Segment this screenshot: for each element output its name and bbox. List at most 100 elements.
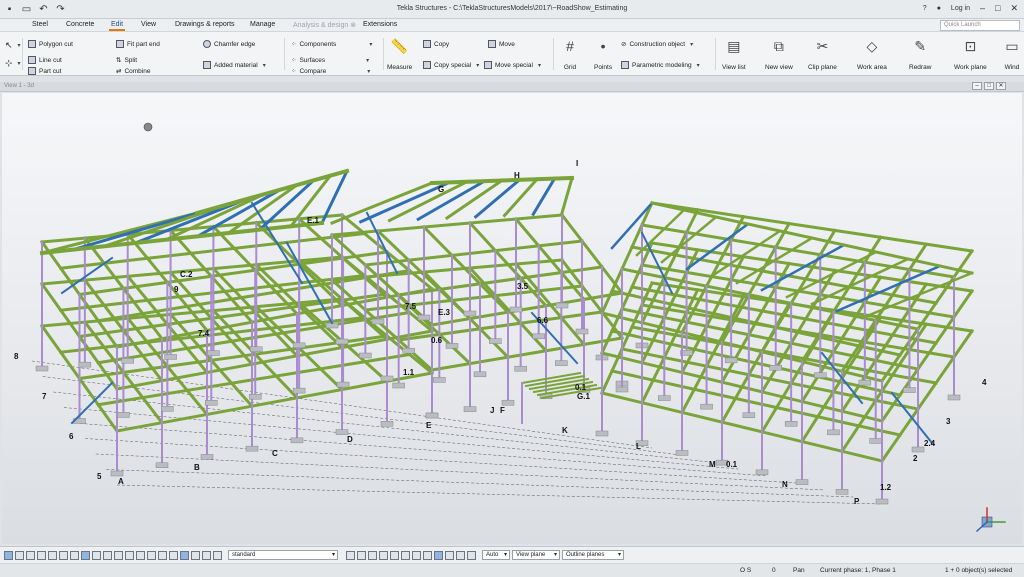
move-special-button[interactable]: Move special ▾ [484,61,541,69]
scissors-icon: ✂ [816,37,829,54]
surfaces-button[interactable]: ⁘ Surfaces ▾ [291,56,369,65]
select-tool-button[interactable]: ↖ ▾ [5,40,21,51]
added-material-button[interactable]: Added material ▾ [203,61,266,69]
tab-steel[interactable]: Steel [32,21,48,28]
select-surfaces-icon[interactable] [169,550,178,560]
measure-button[interactable]: 📏 Measure [387,37,412,72]
model-viewport[interactable]: A B C D E F G H I J K L M N P 2 3 4 5 6 7 8 9 C.2 E.3 3.5 7.5 6.6 2.… [2,93,1022,544]
tab-analysis-design[interactable]: Analysis & design ⊗ [293,21,356,29]
split-button[interactable]: ⇅ Split [116,56,137,65]
polygon-cut-button[interactable]: Polygon cut [28,40,73,48]
snap-any-icon[interactable] [434,550,443,560]
select-components-icon[interactable] [103,550,112,560]
line-cut-button[interactable]: Line cut [28,56,62,64]
select-cuts-icon[interactable] [59,550,68,560]
middle-footing [473,371,487,378]
close-button[interactable]: ✕ [1010,4,1018,13]
plane-select[interactable]: View plane ▾ [512,550,560,560]
select-filter-icon[interactable] [180,550,189,560]
select-points-icon[interactable] [26,550,35,560]
work-area-button[interactable]: ◇ Work area [857,37,887,72]
tab-edit[interactable]: Edit [108,21,126,31]
select-reference-icon[interactable] [92,550,101,560]
new-view-button[interactable]: ⧉ New view [765,37,793,72]
view-restore-button[interactable]: □ [984,82,994,90]
snap-mid-icon[interactable] [390,550,399,560]
middle-footing [425,412,439,419]
select-all-icon[interactable] [4,550,13,560]
select-views-icon[interactable] [70,550,79,560]
structure-model-drawing[interactable]: A B C D E F G H I J K L M N P 2 3 4 5 6 7 8 9C.2 E.3 3.5 7.5 6.6 2.… [2,93,1022,544]
redraw-button[interactable]: ✎ Redraw [909,37,931,72]
select-drawings-icon[interactable] [147,550,156,560]
tab-manage[interactable]: Manage [250,21,275,28]
snap-tool-button[interactable]: ⊹ ▾ [5,58,21,69]
login-link[interactable]: Log in [951,5,970,12]
tab-drawings-reports[interactable]: Drawings & reports [175,21,235,28]
tab-extensions[interactable]: Extensions [363,21,397,28]
select-objects-icon[interactable] [136,550,145,560]
grid-label-n01: 0.1 [575,383,587,392]
snap-end-icon[interactable] [368,550,377,560]
select-parts-icon[interactable] [15,550,24,560]
view-close-button[interactable]: ✕ [996,82,1006,90]
select-grids-icon[interactable] [114,550,123,560]
select-tasks-icon[interactable] [202,550,211,560]
copy-button[interactable]: Copy [423,40,449,48]
tab-concrete[interactable]: Concrete [66,21,94,28]
grid-label-n6: 6 [69,432,74,441]
snap-nearest-icon[interactable] [445,550,454,560]
plane-value: View plane [516,552,546,558]
rotation-center-icon [143,122,153,132]
select-welds-icon[interactable] [48,550,57,560]
tab-view[interactable]: View [141,21,156,28]
components-button[interactable]: ⁘ Components ▾ [291,40,372,49]
grid-button[interactable]: # Grid [561,37,579,71]
select-lines-icon[interactable] [37,550,46,560]
construction-object-button[interactable]: ⊘ Construction object ▾ [621,40,693,49]
select-bolts-icon[interactable] [81,550,90,560]
help-button[interactable]: ? [923,5,927,12]
snap-geometry-icon[interactable] [357,550,366,560]
middle-footing [575,328,589,335]
copy-special-button[interactable]: Copy special ▾ [423,61,479,69]
chamfer-edge-button[interactable]: Chamfer edge [203,40,255,48]
snap-grid-icon[interactable] [467,550,476,560]
maximize-button[interactable]: □ [995,4,1000,13]
part-cut-button[interactable]: Part cut [28,67,61,75]
selection-filter-select[interactable]: standard ▾ [228,550,338,560]
compare-button[interactable]: ⁘ Compare ▾ [291,67,370,76]
middle-footing [359,352,372,359]
select-snaps-icon[interactable] [213,550,222,560]
fit-part-end-button[interactable]: Fit part end [116,40,160,48]
view-minimize-button[interactable]: – [972,82,982,90]
select-planes-icon[interactable] [158,550,167,560]
quick-launch-input[interactable]: Quick Launch [940,20,1020,31]
select-groups-icon[interactable] [191,550,200,560]
west-footing [292,342,306,349]
select-assemblies-icon[interactable] [125,550,134,560]
snap-intersect-icon[interactable] [401,550,410,560]
snap-center-icon[interactable] [379,550,388,560]
clip-plane-button[interactable]: ✂ Clip plane [808,37,837,72]
west-footing [380,375,394,382]
grid-label-e: E [426,421,432,430]
view-list-button[interactable]: ▤ View list [722,37,746,72]
move-button[interactable]: Move [488,40,515,48]
west-footing [380,421,394,427]
snap-mode-select[interactable]: Auto ▾ [482,550,510,560]
snap-reference-icon[interactable] [346,550,355,560]
west-footing [245,445,259,452]
outline-select[interactable]: Outline planes ▾ [562,550,624,560]
parametric-modeling-button[interactable]: Parametric modeling ▾ [621,61,700,69]
windows-button[interactable]: ▭ Wind [1003,37,1021,72]
west-footing [121,358,134,364]
status-mode: Pan [793,567,805,574]
snap-line-icon[interactable] [423,550,432,560]
snap-free-icon[interactable] [456,550,465,560]
minimize-button[interactable]: – [980,4,985,13]
points-button[interactable]: • Points [594,37,612,71]
work-plane-button[interactable]: ⊡ Work plane [954,37,987,72]
combine-button[interactable]: ⇄ Combine [116,67,150,76]
snap-perp-icon[interactable] [412,550,421,560]
